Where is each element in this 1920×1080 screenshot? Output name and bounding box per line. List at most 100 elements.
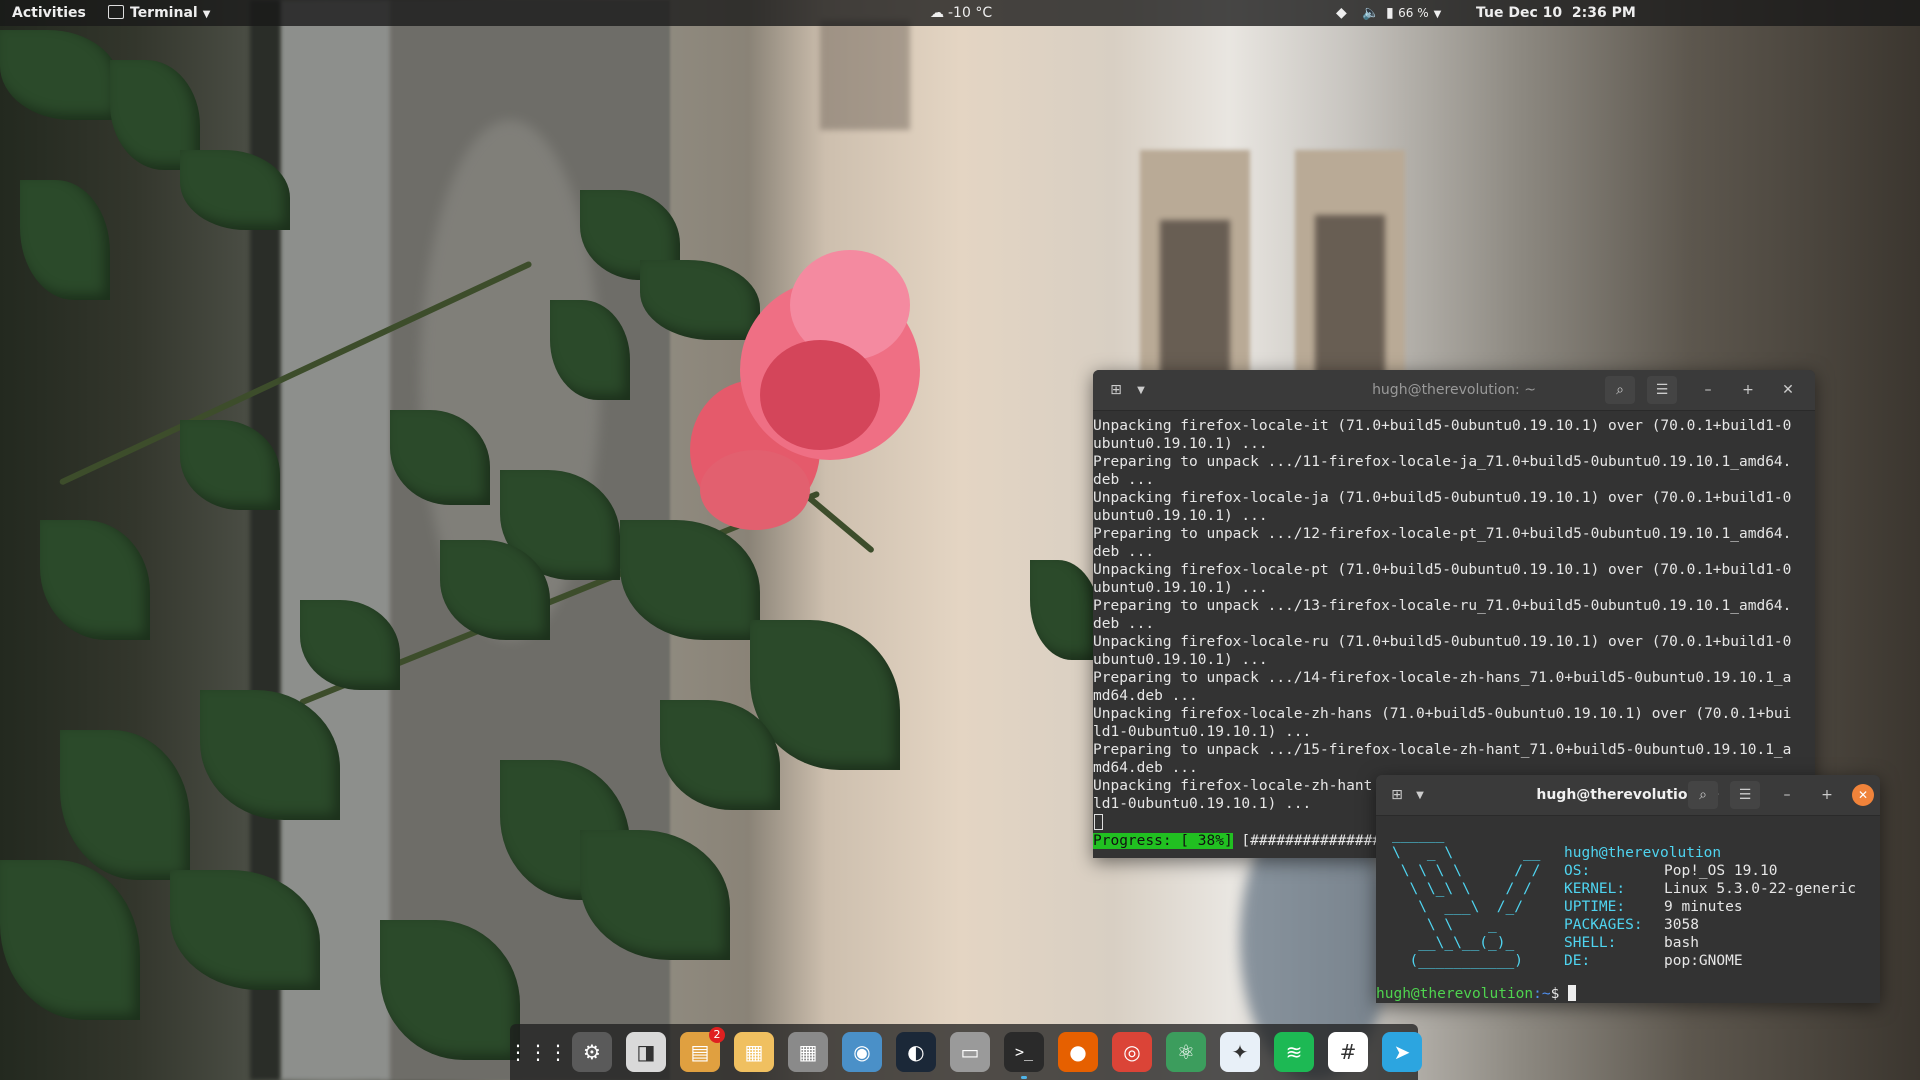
info-key: UPTIME:	[1564, 899, 1626, 915]
weather-cloud-icon: ☁	[930, 5, 944, 21]
terminal-line: md64.deb ...	[1093, 688, 1198, 704]
chevron-down-icon: ▼	[1433, 9, 1442, 20]
activities-button[interactable]: Activities	[12, 0, 86, 26]
info-value: 9 minutes	[1664, 899, 1743, 915]
chrome-icon[interactable]: ◎	[1112, 1032, 1152, 1072]
info-row: KERNEL: Linux 5.3.0-22-generic	[1564, 880, 1856, 898]
terminal-window-neofetch[interactable]: ⊞ ▼ hugh@therevolution: ~ ⌕ ☰ – + ✕ ____…	[1376, 775, 1880, 1003]
info-row: OS: Pop!_OS 19.10	[1564, 862, 1856, 880]
headerbar[interactable]: ⊞ ▼ hugh@therevolution: ~ ⌕ ☰ – + ✕	[1376, 775, 1880, 816]
close-icon[interactable]: ✕	[1852, 784, 1874, 806]
info-row: DE: pop:GNOME	[1564, 952, 1856, 970]
firefox-icon[interactable]: ●	[1058, 1032, 1098, 1072]
search-icon[interactable]: ⌕	[1688, 781, 1718, 809]
terminal-line: Unpacking firefox-locale-ru (71.0+build5…	[1093, 634, 1792, 650]
app-menu[interactable]: Terminal ▼	[108, 0, 210, 26]
volume-icon[interactable]: 🔈	[1362, 0, 1379, 26]
pop-os-logo-ascii: ______ \ _ \ __ \ \ \ \ / / \ \_\ \ / / \…	[1392, 826, 1540, 970]
terminal-line: Unpacking firefox-locale-pt (71.0+build5…	[1093, 562, 1792, 578]
info-key: OS:	[1564, 863, 1591, 879]
steam-icon[interactable]: ◐	[896, 1032, 936, 1072]
settings-icon[interactable]: ⚙	[572, 1032, 612, 1072]
info-key: DE:	[1564, 953, 1591, 969]
app-grid-icon[interactable]: ⋮⋮⋮	[508, 1032, 568, 1072]
spotify-icon[interactable]: ≋	[1274, 1032, 1314, 1072]
cursor-block	[1094, 814, 1103, 830]
terminal-line: deb ...	[1093, 616, 1155, 632]
prompt-user: hugh@therevolution	[1376, 986, 1534, 1002]
info-value: 3058	[1664, 917, 1699, 933]
terminal-line: deb ...	[1093, 472, 1155, 488]
terminal-line: Preparing to unpack .../14-firefox-local…	[1093, 670, 1792, 686]
time-label: 2:36 PM	[1571, 5, 1636, 21]
terminal-icon[interactable]: >_	[1004, 1032, 1044, 1079]
shell-prompt[interactable]: hugh@therevolution:~$	[1376, 985, 1577, 1003]
terminal-line: deb ...	[1093, 544, 1155, 560]
info-key: KERNEL:	[1564, 881, 1626, 897]
ascii-line: \ \ _	[1392, 917, 1497, 933]
battery-percent: 66 %	[1398, 6, 1429, 20]
chevron-down-icon: ▼	[202, 9, 211, 20]
ascii-line: \ \_\ \ / /	[1392, 881, 1532, 897]
dock: ⋮⋮⋮ ⚙ ◨ ▤ 2 ▦ ▦ ◉ ◐ ▭ >_ ● ◎ ⚛ ✦ ≋ # ➤	[508, 1024, 1422, 1080]
close-icon[interactable]: ✕	[1773, 376, 1803, 404]
slack-icon[interactable]: #	[1328, 1032, 1368, 1072]
software-updater-icon[interactable]: ▤ 2	[680, 1027, 725, 1072]
inkscape-icon[interactable]: ✦	[1220, 1032, 1260, 1072]
terminal-output: Unpacking firefox-locale-it (71.0+build5…	[1093, 417, 1815, 813]
terminal-line: ld1-0ubuntu0.19.10.1) ...	[1093, 724, 1312, 740]
telegram-icon[interactable]: ➤	[1382, 1032, 1422, 1072]
terminal-line: ubuntu0.19.10.1) ...	[1093, 580, 1268, 596]
hamburger-menu-icon[interactable]: ☰	[1730, 781, 1760, 809]
headerbar[interactable]: ⊞ ▼ hugh@therevolution: ~ ⌕ ☰ – + ✕	[1093, 370, 1815, 411]
minimize-icon[interactable]: –	[1772, 781, 1802, 809]
maximize-icon[interactable]: +	[1733, 376, 1763, 404]
calendar-icon[interactable]: ▦	[734, 1032, 774, 1072]
info-value: Pop!_OS 19.10	[1664, 863, 1778, 879]
files-icon[interactable]: ▭	[950, 1032, 990, 1072]
prompt-path: :~	[1533, 986, 1551, 1002]
battery-icon: ▮	[1386, 5, 1394, 21]
ascii-line: \ \ \ \ / /	[1392, 863, 1541, 879]
hamburger-menu-icon[interactable]: ☰	[1647, 376, 1677, 404]
terminal-line: Preparing to unpack .../11-firefox-local…	[1093, 454, 1792, 470]
terminal-line: ubuntu0.19.10.1) ...	[1093, 652, 1268, 668]
info-value: bash	[1664, 935, 1699, 951]
info-key: SHELL:	[1564, 935, 1617, 951]
ascii-line: \ _ \ __	[1392, 845, 1541, 861]
ascii-line: \ ___\ /_/	[1392, 899, 1523, 915]
window-title: hugh@therevolution: ~	[1536, 787, 1720, 803]
minimize-icon[interactable]: –	[1693, 376, 1723, 404]
notification-badge: 2	[709, 1027, 725, 1043]
weather-indicator[interactable]: ☁ -10 °C	[930, 0, 992, 26]
ascii-line: ______	[1392, 827, 1445, 843]
calculator-icon[interactable]: ▦	[788, 1032, 828, 1072]
info-row: PACKAGES: 3058	[1564, 916, 1856, 934]
cursor-block	[1568, 985, 1577, 1001]
terminal-line: Unpacking firefox-locale-ja (71.0+build5…	[1093, 490, 1792, 506]
screenshot-icon[interactable]: ◉	[842, 1032, 882, 1072]
ascii-line: __\_\__(_)_	[1392, 935, 1515, 951]
app-menu-label: Terminal	[130, 5, 198, 21]
info-row: UPTIME: 9 minutes	[1564, 898, 1856, 916]
prompt-symbol: $	[1550, 986, 1560, 1002]
maximize-icon[interactable]: +	[1812, 781, 1842, 809]
clock[interactable]: Tue Dec 10 2:36 PM	[1476, 0, 1636, 26]
search-icon[interactable]: ⌕	[1605, 376, 1635, 404]
terminal-app-icon	[108, 5, 124, 19]
ascii-line: (___________)	[1392, 953, 1523, 969]
terminal-line: ubuntu0.19.10.1) ...	[1093, 436, 1268, 452]
pop-shop-icon[interactable]: ◨	[626, 1032, 666, 1072]
top-bar: Activities Terminal ▼ ☁ -10 °C ◆ 🔈 ▮ 66 % ▼…	[0, 0, 1920, 26]
wifi-icon[interactable]: ◆	[1336, 0, 1347, 26]
terminal-line: Preparing to unpack .../13-firefox-local…	[1093, 598, 1792, 614]
neofetch-userhost: hugh@therevolution	[1564, 845, 1722, 861]
date-label: Tue Dec 10	[1476, 5, 1563, 21]
progress-label: Progress: [ 38%]	[1093, 833, 1233, 849]
info-value: pop:GNOME	[1664, 953, 1743, 969]
terminal-line: Preparing to unpack .../15-firefox-local…	[1093, 742, 1792, 758]
terminal-line: Unpacking firefox-locale-it (71.0+build5…	[1093, 418, 1792, 434]
terminal-line: Preparing to unpack .../12-firefox-local…	[1093, 526, 1792, 542]
atom-icon[interactable]: ⚛	[1166, 1032, 1206, 1072]
system-menu[interactable]: ▮ 66 % ▼	[1386, 0, 1441, 26]
